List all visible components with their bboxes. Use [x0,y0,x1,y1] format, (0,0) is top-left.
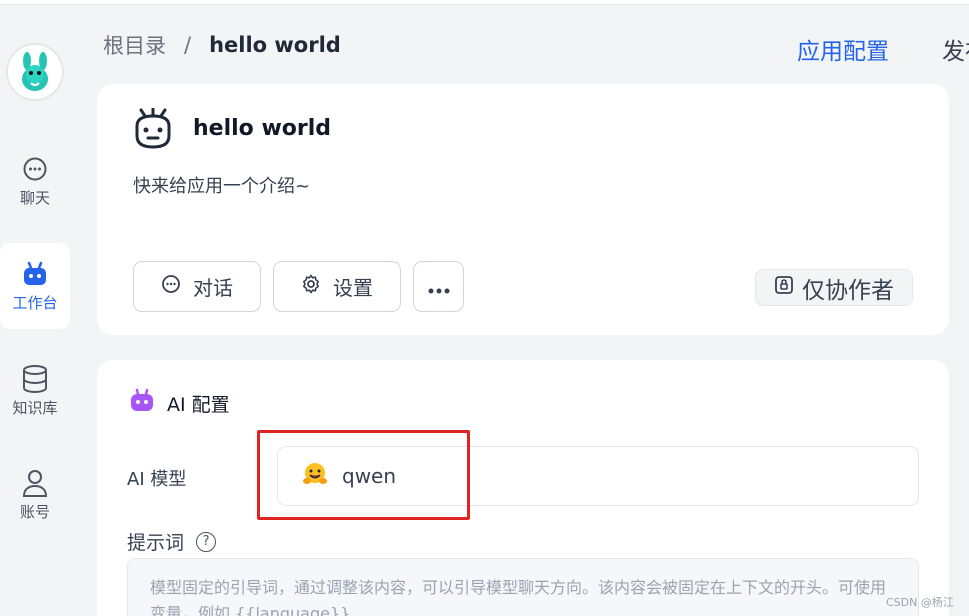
robot-icon [129,388,155,419]
more-dots-icon [428,275,450,299]
chat-bubble-icon [21,155,49,183]
permission-badge[interactable]: 仅协作者 [755,269,913,306]
prompt-textarea[interactable]: 模型固定的引导词，通过调整该内容，可以引导模型聊天方向。该内容会被固定在上下文的… [127,558,919,616]
top-border [0,0,969,5]
app-robot-icon [133,107,173,150]
sidebar-item-account[interactable]: 账号 [0,469,70,522]
breadcrumb-separator: / [184,33,192,57]
sidebar-item-workbench[interactable]: 工作台 [0,243,70,329]
ai-config-title: AI 配置 [129,388,230,419]
settings-button[interactable]: 设置 [273,261,401,312]
watermark: CSDN @杨江 [886,596,954,609]
sidebar-item-chat[interactable]: 聊天 [0,155,70,208]
lock-icon [774,275,794,301]
breadcrumb-current: hello world [209,33,341,57]
sidebar-item-knowledge[interactable]: 知识库 [0,365,70,418]
app-intro[interactable]: 快来给应用一个介绍~ [133,172,310,198]
app-name: hello world [193,116,332,141]
app-config-link[interactable]: 应用配置 [797,32,889,66]
publish-link[interactable]: 发布 [942,32,969,66]
permission-label: 仅协作者 [802,277,894,304]
help-icon[interactable]: ? [196,531,217,552]
robot-icon [21,260,49,288]
sidebar-item-label: 账号 [19,503,50,521]
breadcrumb: 根目录 / hello world [103,30,341,60]
gear-icon [301,274,321,299]
sidebar-item-label: 聊天 [19,189,50,207]
chat-button[interactable]: 对话 [133,261,261,312]
prompt-label: 提示词 ? [127,528,217,555]
sidebar-item-label: 工作台 [12,293,58,312]
sidebar: 聊天 工作台 知识库 账号 [0,5,70,616]
prompt-label-text: 提示词 [127,532,185,554]
sidebar-item-label: 知识库 [12,399,58,417]
app-info-card: hello world 快来给应用一个介绍~ 对话 设置 仅协作者 [97,84,949,335]
ai-config-label: AI 配置 [167,394,230,416]
breadcrumb-root[interactable]: 根目录 [103,30,166,60]
prompt-placeholder: 模型固定的引导词，通过调整该内容，可以引导模型聊天方向。该内容会被固定在上下文的… [150,578,887,616]
chat-bubble-icon [161,274,181,299]
database-icon [21,365,49,394]
ai-config-card: AI 配置 AI 模型 qwen 提示词 ? 模型固定的引导词，通过调整该内容，… [97,360,949,616]
chat-button-label: 对话 [193,276,233,300]
settings-button-label: 设置 [333,276,373,300]
more-button[interactable] [413,261,464,312]
avatar[interactable] [6,43,64,101]
ai-model-label: AI 模型 [127,469,187,490]
highlight-annotation-box [257,430,470,520]
user-icon [21,469,49,497]
